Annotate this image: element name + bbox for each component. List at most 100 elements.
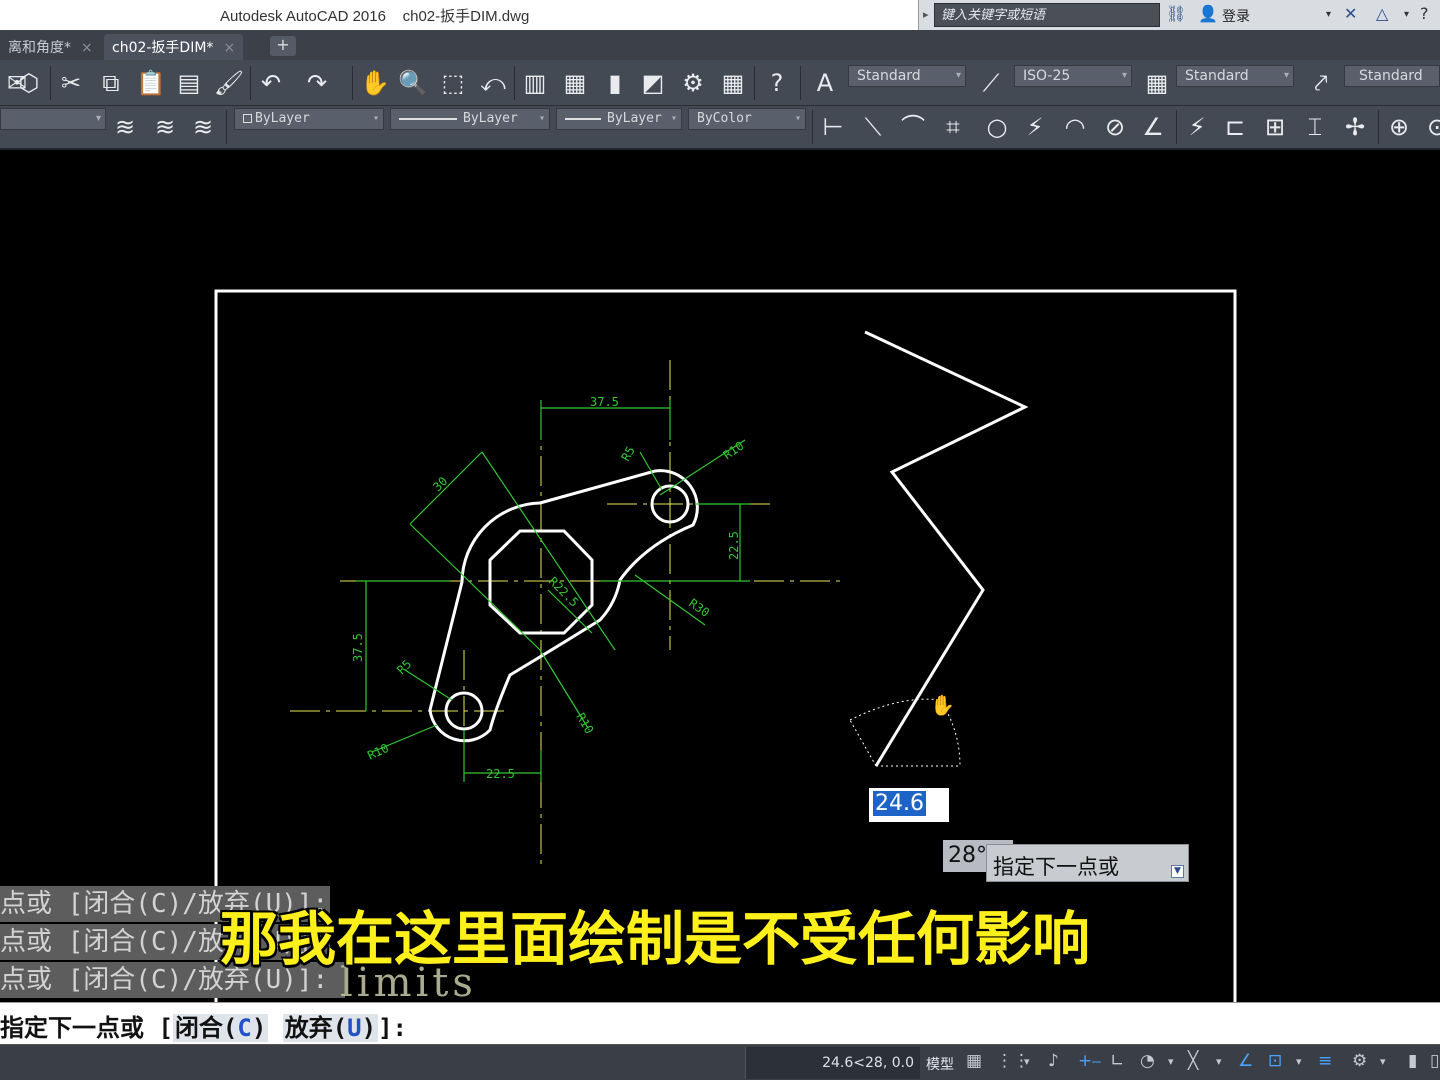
design-center-icon[interactable]: ▦ bbox=[558, 66, 592, 100]
search-box[interactable] bbox=[934, 3, 1160, 27]
login-link[interactable]: 登录 bbox=[1222, 6, 1250, 26]
close-icon[interactable]: × bbox=[81, 40, 93, 56]
properties-icon[interactable]: ▥ bbox=[518, 66, 552, 100]
tab-wrench-dim[interactable]: ch02-扳手DIM* × bbox=[104, 34, 244, 60]
linetype-select[interactable]: ByLayer ▾ bbox=[390, 108, 550, 130]
option-close[interactable]: 闭合(C) bbox=[172, 1014, 269, 1042]
user-icon[interactable]: 👤 bbox=[1198, 4, 1218, 23]
paint-brush-icon[interactable]: 🖌 bbox=[212, 66, 246, 100]
ortho-icon[interactable]: ∟ bbox=[1110, 1051, 1124, 1071]
jogged-icon[interactable]: ⚡ bbox=[1018, 110, 1052, 144]
exchange-icon[interactable]: ✕ bbox=[1344, 4, 1357, 23]
ordinate-icon[interactable]: ⌗ bbox=[936, 110, 970, 144]
dim-text: R30 bbox=[686, 596, 712, 620]
redo-icon[interactable]: ↷ bbox=[300, 66, 334, 100]
calculator-icon[interactable]: ▦ bbox=[716, 66, 750, 100]
paste-icon[interactable]: 📋 bbox=[134, 66, 168, 100]
chevron-down-icon[interactable]: ▾ bbox=[1326, 9, 1331, 20]
chevron-down-icon: ▾ bbox=[372, 113, 379, 124]
hardware-acceleration-icon[interactable]: ▯ bbox=[1430, 1051, 1439, 1071]
cut-icon[interactable]: ✂ bbox=[54, 66, 88, 100]
3d-print-icon[interactable]: ⬡ bbox=[12, 66, 46, 100]
quick-dimension-icon[interactable]: ⚡ bbox=[1180, 110, 1214, 144]
zoom-window-icon[interactable]: ⬚ bbox=[436, 66, 470, 100]
lineweight-select[interactable]: ByLayer ▾ bbox=[556, 108, 682, 130]
dimension-break-icon[interactable]: ✢ bbox=[1338, 110, 1372, 144]
infer-constraints-icon[interactable]: ♪ bbox=[1048, 1051, 1059, 1071]
close-icon[interactable]: × bbox=[223, 40, 235, 56]
dim-style-select[interactable]: ISO-25 ▾ bbox=[1014, 65, 1132, 87]
multileader-style-icon[interactable]: ⤤ bbox=[1304, 66, 1338, 100]
dim-style-icon[interactable]: ⟋ bbox=[974, 66, 1008, 100]
aligned-dimension-icon[interactable]: ⟍ bbox=[856, 110, 890, 144]
chevron-down-icon[interactable]: ▾ bbox=[1216, 1055, 1222, 1068]
markup-icon[interactable]: ⚙ bbox=[676, 66, 710, 100]
layer-previous-icon[interactable]: ≋ bbox=[186, 110, 220, 144]
text-style-select[interactable]: Standard ▾ bbox=[848, 65, 966, 87]
isolate-objects-icon[interactable]: ▮ bbox=[1408, 1051, 1417, 1071]
chevron-down-icon[interactable]: ▾ bbox=[1380, 1055, 1386, 1068]
undo-icon[interactable]: ↶ bbox=[254, 66, 288, 100]
tab-drawing-distance-angle[interactable]: 离和角度* × bbox=[0, 34, 101, 60]
multileader-style-select[interactable]: Standard bbox=[1344, 65, 1440, 87]
expand-arrow-icon[interactable]: ▸ bbox=[923, 8, 929, 21]
binoculars-icon[interactable]: ⛓ bbox=[1166, 4, 1186, 23]
chevron-down-icon: ▾ bbox=[794, 113, 801, 124]
help-icon[interactable]: ? bbox=[760, 66, 794, 100]
sheet-set-icon[interactable]: ◩ bbox=[636, 66, 670, 100]
chevron-down-icon[interactable]: ▾ bbox=[1024, 1055, 1030, 1068]
workspace-gear-icon[interactable]: ⚙ bbox=[1352, 1051, 1367, 1071]
drawing-area[interactable]: 37.5 R5 R10 30 22.5 R22.5 R30 37.5 R5 R1… bbox=[0, 150, 1440, 1002]
table-style-icon[interactable]: ▦ bbox=[1140, 66, 1174, 100]
center-mark-icon[interactable]: ⊙ bbox=[1420, 110, 1440, 144]
layer-select[interactable]: ▾ bbox=[0, 108, 106, 130]
pan-icon[interactable]: ✋ bbox=[358, 66, 392, 100]
object-snap-tracking-icon[interactable]: ∠ bbox=[1238, 1051, 1253, 1071]
command-prompt[interactable]: 指定下一点或 [闭合(C) 放弃(U)]: bbox=[0, 1008, 407, 1043]
isodraft-icon[interactable]: ╳ bbox=[1188, 1051, 1198, 1071]
dynamic-input-icon[interactable]: +⎯ bbox=[1078, 1051, 1101, 1071]
chevron-down-icon[interactable]: ▾ bbox=[1296, 1055, 1302, 1068]
diameter-circle-icon[interactable]: ⊘ bbox=[1098, 110, 1132, 144]
continue-icon[interactable]: ⊞ bbox=[1258, 110, 1292, 144]
plotstyle-select[interactable]: ByColor ▾ bbox=[688, 108, 806, 130]
layer-properties-icon[interactable]: ≋ bbox=[108, 110, 142, 144]
tolerance-icon[interactable]: ⊕ bbox=[1382, 110, 1416, 144]
baseline-icon[interactable]: ⊏ bbox=[1218, 110, 1252, 144]
object-snap-icon[interactable]: ⊡ bbox=[1268, 1051, 1282, 1071]
lineweight-icon[interactable]: ≡ bbox=[1318, 1051, 1332, 1071]
zoom-realtime-icon[interactable]: 🔍 bbox=[396, 66, 430, 100]
chevron-down-icon[interactable]: ▾ bbox=[1168, 1055, 1174, 1068]
copy-icon[interactable]: ⧉ bbox=[94, 66, 128, 100]
table-style-select[interactable]: Standard ▾ bbox=[1176, 65, 1294, 87]
color-select[interactable]: ByLayer ▾ bbox=[234, 108, 384, 130]
zoom-previous-icon[interactable]: ⤺ bbox=[476, 66, 510, 100]
dynamic-length-input[interactable]: 24.6 bbox=[869, 788, 949, 822]
command-line[interactable]: 指定下一点或 [闭合(C) 放弃(U)]: bbox=[0, 1002, 1440, 1044]
linear-dimension-icon[interactable]: ⊢ bbox=[816, 110, 850, 144]
a360-icon[interactable]: △ bbox=[1376, 4, 1388, 23]
diameter-icon[interactable]: ◠ bbox=[1058, 110, 1092, 144]
new-tab-button[interactable]: + bbox=[270, 36, 296, 56]
dimension-space-icon[interactable]: ⌶ bbox=[1298, 110, 1332, 144]
drawing-svg[interactable]: 37.5 R5 R10 30 22.5 R22.5 R30 37.5 R5 R1… bbox=[0, 150, 1440, 1002]
radius-icon[interactable]: ○ bbox=[980, 110, 1014, 144]
tool-palettes-icon[interactable]: ▮ bbox=[598, 66, 632, 100]
chevron-down-icon: ▾ bbox=[95, 113, 101, 124]
model-space-button[interactable]: 模型 bbox=[926, 1054, 954, 1074]
arc-length-icon[interactable]: ⌒ bbox=[896, 110, 930, 144]
option-undo[interactable]: 放弃(U) bbox=[282, 1014, 379, 1042]
leader-r5-bottom bbox=[404, 669, 453, 701]
angular-icon[interactable]: ∠ bbox=[1136, 110, 1170, 144]
grid-icon[interactable]: ▦ bbox=[966, 1051, 982, 1071]
options-arrow-icon[interactable]: ▼ bbox=[1171, 865, 1184, 878]
help-icon[interactable]: ? bbox=[1420, 4, 1429, 23]
coordinates-readout[interactable]: 24.6<28, 0.0 bbox=[745, 1047, 920, 1079]
make-current-layer-icon[interactable]: ≋ bbox=[148, 110, 182, 144]
search-input[interactable] bbox=[935, 4, 1159, 27]
toolbar-separator bbox=[812, 110, 813, 144]
chevron-down-icon[interactable]: ▾ bbox=[1404, 9, 1409, 20]
polar-tracking-icon[interactable]: ◔ bbox=[1140, 1051, 1155, 1071]
text-style-icon[interactable]: A bbox=[808, 66, 842, 100]
match-properties-icon[interactable]: ▤ bbox=[172, 66, 206, 100]
